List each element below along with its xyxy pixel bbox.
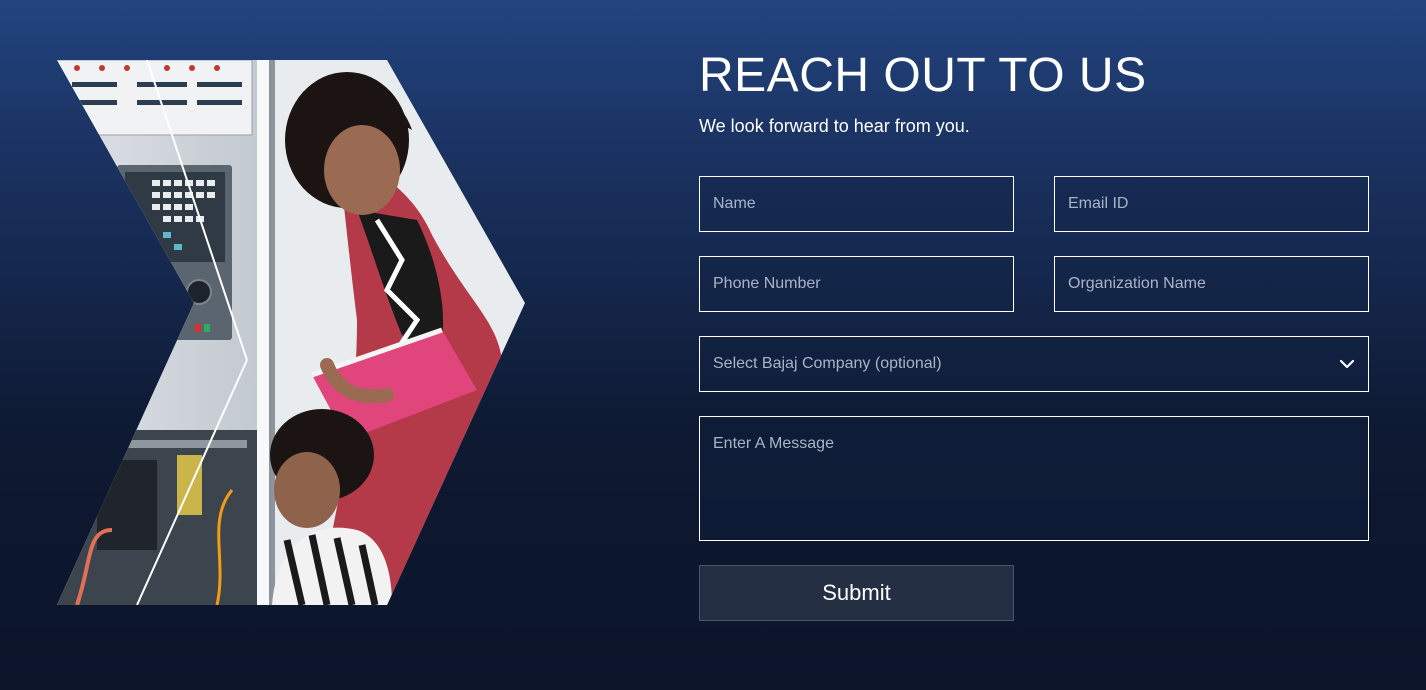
page-subtitle: We look forward to hear from you.: [699, 116, 970, 136]
bajaj-company-select[interactable]: Select Bajaj Company (optional): [699, 336, 1369, 392]
submit-button[interactable]: Submit: [699, 565, 1014, 621]
chevron-down-icon: [1339, 359, 1355, 369]
page-title: REACH OUT TO US: [699, 49, 1147, 102]
hero-chevron-image: [57, 60, 527, 605]
name-input[interactable]: [699, 176, 1014, 232]
organization-name-input[interactable]: [1054, 256, 1369, 312]
message-textarea[interactable]: [699, 416, 1369, 541]
bajaj-company-select-label: Select Bajaj Company (optional): [713, 355, 942, 372]
phone-number-input[interactable]: [699, 256, 1014, 312]
hero-illustration: [57, 60, 525, 605]
email-input[interactable]: [1054, 176, 1369, 232]
